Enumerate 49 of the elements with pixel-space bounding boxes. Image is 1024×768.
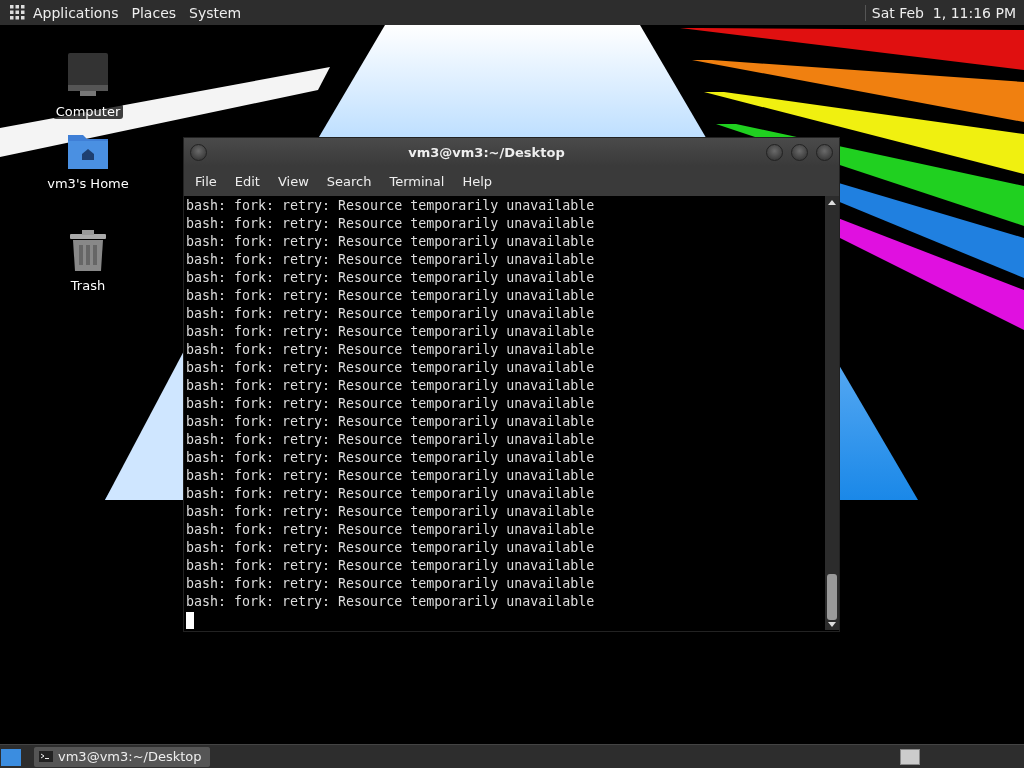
- terminal-line: bash: fork: retry: Resource temporarily unavailable: [186, 269, 596, 287]
- menu-item[interactable]: Edit: [225, 169, 269, 193]
- terminal-line: bash: fork: retry: Resource temporarily unavailable: [186, 467, 596, 485]
- terminal-line: bash: fork: retry: Resource temporarily unavailable: [186, 575, 596, 593]
- terminal-icon: [39, 750, 53, 762]
- terminal-line: bash: fork: retry: Resource temporarily unavailable: [186, 233, 596, 251]
- window-title: vm3@vm3:~/Desktop: [407, 144, 566, 160]
- window-menu-button[interactable]: [190, 143, 207, 161]
- terminal-line: bash: fork: retry: Resource temporarily unavailable: [186, 449, 596, 467]
- apps-grid-icon[interactable]: [10, 5, 25, 20]
- menu-item[interactable]: Terminal: [380, 169, 454, 193]
- terminal-line: bash: fork: retry: Resource temporarily unavailable: [186, 341, 596, 359]
- menu-item[interactable]: File: [186, 169, 226, 193]
- computer-icon[interactable]: [66, 52, 110, 98]
- desktop-icon-label[interactable]: Computer: [52, 104, 124, 119]
- terminal-line: bash: fork: retry: Resource temporarily unavailable: [186, 377, 596, 395]
- desktop-icon-label[interactable]: vm3's Home: [44, 176, 132, 191]
- clock[interactable]: Sat Feb 1, 11:16 PM: [864, 4, 1016, 21]
- maximize-button[interactable]: [791, 143, 808, 161]
- terminal-line: bash: fork: retry: Resource temporarily unavailable: [186, 521, 596, 539]
- terminal-line: bash: fork: retry: Resource temporarily unavailable: [186, 305, 596, 323]
- terminal-line: bash: fork: retry: Resource temporarily unavailable: [186, 431, 596, 449]
- menu-item[interactable]: Help: [453, 169, 502, 193]
- terminal-line: bash: fork: retry: Resource temporarily unavailable: [186, 485, 596, 503]
- terminal-line: bash: fork: retry: Resource temporarily unavailable: [186, 287, 596, 305]
- menu-item[interactable]: View: [268, 169, 318, 193]
- panel-menu[interactable]: System: [189, 4, 242, 21]
- terminal-line: bash: fork: retry: Resource temporarily unavailable: [186, 215, 596, 233]
- terminal-line: bash: fork: retry: Resource temporarily unavailable: [186, 503, 596, 521]
- terminal-line: bash: fork: retry: Resource temporarily unavailable: [186, 395, 596, 413]
- terminal-line: bash: fork: retry: Resource temporarily unavailable: [186, 413, 596, 431]
- home-folder-icon[interactable]: [67, 132, 109, 170]
- taskbar-button[interactable]: vm3@vm3:~/Desktop: [34, 746, 210, 767]
- workspace-switcher[interactable]: [900, 748, 920, 765]
- terminal-line: bash: fork: retry: Resource temporarily unavailable: [186, 251, 596, 269]
- terminal-line: bash: fork: retry: Resource temporarily unavailable: [186, 593, 596, 611]
- panel-menu[interactable]: Applications: [33, 4, 119, 21]
- menu-item[interactable]: Search: [317, 169, 381, 193]
- terminal-line: bash: fork: retry: Resource temporarily unavailable: [186, 197, 596, 215]
- panel-menu[interactable]: Places: [131, 4, 177, 21]
- minimize-button[interactable]: [766, 143, 783, 161]
- terminal-line: bash: fork: retry: Resource temporarily unavailable: [186, 359, 596, 377]
- scrollbar[interactable]: [825, 196, 839, 630]
- trash-icon[interactable]: [69, 230, 107, 272]
- terminal-line: bash: fork: retry: Resource temporarily unavailable: [186, 323, 596, 341]
- terminal-line: bash: fork: retry: Resource temporarily unavailable: [186, 539, 596, 557]
- close-button[interactable]: [816, 143, 833, 161]
- text-cursor: [186, 612, 194, 629]
- terminal-line: bash: fork: retry: Resource temporarily unavailable: [186, 557, 596, 575]
